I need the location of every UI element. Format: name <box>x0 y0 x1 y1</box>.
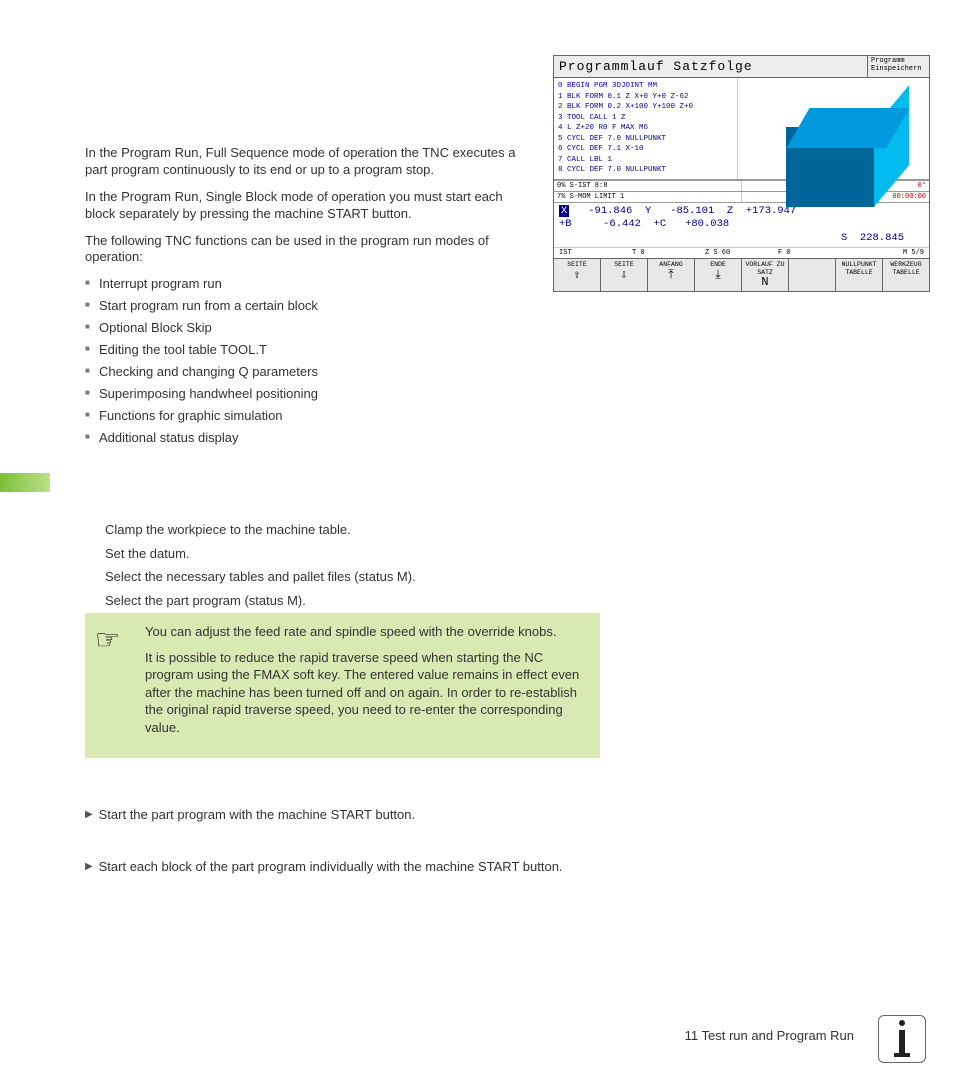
softkey[interactable]: ANFANG⤒ <box>647 259 694 290</box>
intro-text: In the Program Run, Full Sequence mode o… <box>85 145 525 451</box>
triangle-icon: ▶ <box>85 860 95 874</box>
step: Select the necessary tables and pallet f… <box>105 567 525 587</box>
bullet: Interrupt program run <box>85 276 525 293</box>
softkey[interactable]: ENDE⤓ <box>694 259 741 290</box>
note-box: ☞ You can adjust the feed rate and spind… <box>85 613 600 758</box>
bullet: Checking and changing Q parameters <box>85 364 525 381</box>
triangle-icon: ▶ <box>85 808 95 822</box>
small-status-row: IST T 0 Z S 60 F 0 M 5/9 <box>554 247 929 258</box>
softkey[interactable]: NULLPUNKT TABELLE <box>835 259 882 290</box>
action-single: ▶ Start each block of the part program i… <box>85 858 605 876</box>
step: Select the part program (status M). <box>105 591 525 611</box>
para2: In the Program Run, Single Block mode of… <box>85 189 525 223</box>
graphics-view <box>737 78 929 179</box>
note-p2: It is possible to reduce the rapid trave… <box>145 649 586 737</box>
bullet: Start program run from a certain block <box>85 298 525 315</box>
function-list: Interrupt program run Start program run … <box>85 276 525 446</box>
bullet: Editing the tool table TOOL.T <box>85 342 525 359</box>
bullet: Superimposing handwheel positioning <box>85 386 525 403</box>
screen-title: Programmlauf Satzfolge <box>554 56 867 77</box>
step: Set the datum. <box>105 544 525 564</box>
action-full: ▶ Start the part program with the machin… <box>85 806 605 824</box>
para3: The following TNC functions can be used … <box>85 233 525 267</box>
hand-icon: ☞ <box>95 621 120 659</box>
softkey[interactable] <box>788 259 835 290</box>
bullet: Functions for graphic simulation <box>85 408 525 425</box>
bullet: Optional Block Skip <box>85 320 525 337</box>
footer-text: 11 Test run and Program Run <box>685 1028 854 1043</box>
softkey[interactable]: WERKZEUG TABELLE <box>882 259 929 290</box>
note-p1: You can adjust the feed rate and spindle… <box>145 623 586 641</box>
softkey[interactable]: VORLAUF ZU SATZN <box>741 259 788 290</box>
steps-list: Clamp the workpiece to the machine table… <box>105 520 525 614</box>
softkey-row: SEITE⇧ SEITE⇩ ANFANG⤒ ENDE⤓ VORLAUF ZU S… <box>554 258 929 290</box>
side-tab <box>0 473 50 492</box>
workpiece-cube <box>778 108 913 218</box>
screen-side-title: Programm Einspeichern <box>867 56 929 77</box>
para1: In the Program Run, Full Sequence mode o… <box>85 145 525 179</box>
info-icon <box>878 1015 926 1063</box>
action-text: Start each block of the part program ind… <box>99 858 589 876</box>
cnc-screenshot: Programmlauf Satzfolge Programm Einspeic… <box>553 55 930 292</box>
bullet: Additional status display <box>85 430 525 447</box>
step: Clamp the workpiece to the machine table… <box>105 520 525 540</box>
action-text: Start the part program with the machine … <box>99 806 589 824</box>
program-listing: 0 BEGIN PGM 3DJOINT MM 1 BLK FORM 0.1 Z … <box>554 78 737 179</box>
softkey[interactable]: SEITE⇩ <box>600 259 647 290</box>
softkey[interactable]: SEITE⇧ <box>554 259 600 290</box>
